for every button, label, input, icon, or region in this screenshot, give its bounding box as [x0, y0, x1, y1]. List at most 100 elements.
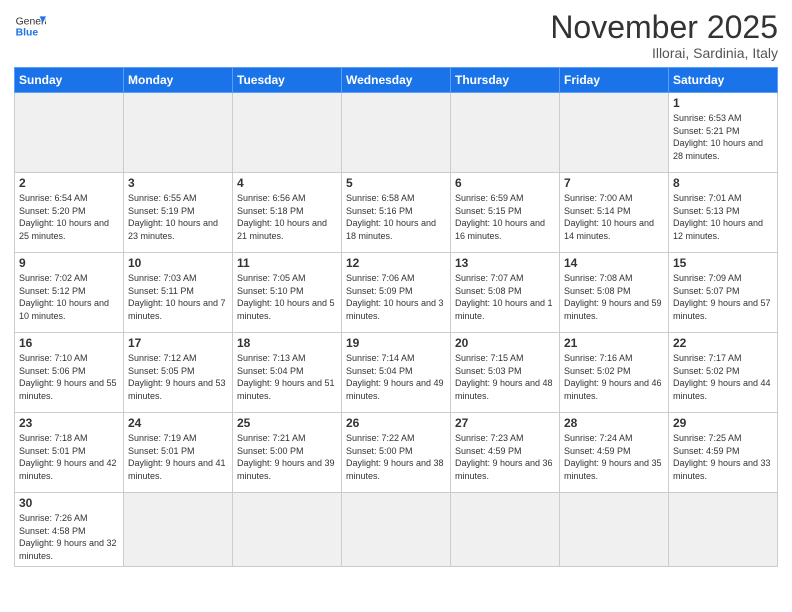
day-info: Sunrise: 6:58 AM Sunset: 5:16 PM Dayligh…: [346, 192, 446, 242]
day-number: 2: [19, 176, 119, 190]
table-row: 4 Sunrise: 6:56 AM Sunset: 5:18 PM Daylig…: [233, 173, 342, 253]
day-number: 25: [237, 416, 337, 430]
day-info: Sunrise: 7:25 AM Sunset: 4:59 PM Dayligh…: [673, 432, 773, 482]
day-info: Sunrise: 7:09 AM Sunset: 5:07 PM Dayligh…: [673, 272, 773, 322]
day-number: 28: [564, 416, 664, 430]
day-info: Sunrise: 7:21 AM Sunset: 5:00 PM Dayligh…: [237, 432, 337, 482]
day-number: 1: [673, 96, 773, 110]
day-number: 16: [19, 336, 119, 350]
header-monday: Monday: [124, 68, 233, 93]
table-row: 25 Sunrise: 7:21 AM Sunset: 5:00 PM Dayli…: [233, 413, 342, 493]
day-number: 23: [19, 416, 119, 430]
day-info: Sunrise: 7:17 AM Sunset: 5:02 PM Dayligh…: [673, 352, 773, 402]
table-row: 5 Sunrise: 6:58 AM Sunset: 5:16 PM Daylig…: [342, 173, 451, 253]
table-row: 26 Sunrise: 7:22 AM Sunset: 5:00 PM Dayli…: [342, 413, 451, 493]
table-row: 17 Sunrise: 7:12 AM Sunset: 5:05 PM Dayli…: [124, 333, 233, 413]
day-info: Sunrise: 7:18 AM Sunset: 5:01 PM Dayligh…: [19, 432, 119, 482]
table-row: [233, 493, 342, 566]
day-info: Sunrise: 7:19 AM Sunset: 5:01 PM Dayligh…: [128, 432, 228, 482]
table-row: 13Sunrise: 7:07 AM Sunset: 5:08 PM Dayli…: [451, 253, 560, 333]
day-number: 17: [128, 336, 228, 350]
day-number: 5: [346, 176, 446, 190]
table-row: 27 Sunrise: 7:23 AM Sunset: 4:59 PM Dayli…: [451, 413, 560, 493]
day-number: 15: [673, 256, 773, 270]
day-info: Sunrise: 6:55 AM Sunset: 5:19 PM Dayligh…: [128, 192, 228, 242]
table-row: 12 Sunrise: 7:06 AM Sunset: 5:09 PM Dayli…: [342, 253, 451, 333]
day-info: Sunrise: 7:12 AM Sunset: 5:05 PM Dayligh…: [128, 352, 228, 402]
header-wednesday: Wednesday: [342, 68, 451, 93]
table-row: 2 Sunrise: 6:54 AM Sunset: 5:20 PM Daylig…: [15, 173, 124, 253]
day-number: 9: [19, 256, 119, 270]
day-info: Sunrise: 7:01 AM Sunset: 5:13 PM Dayligh…: [673, 192, 773, 242]
table-row: 28 Sunrise: 7:24 AM Sunset: 4:59 PM Dayli…: [560, 413, 669, 493]
header-tuesday: Tuesday: [233, 68, 342, 93]
table-row: 24 Sunrise: 7:19 AM Sunset: 5:01 PM Dayli…: [124, 413, 233, 493]
table-row: 6Sunrise: 6:59 AM Sunset: 5:15 PM Daylig…: [451, 173, 560, 253]
day-info: Sunrise: 7:16 AM Sunset: 5:02 PM Dayligh…: [564, 352, 664, 402]
day-number: 22: [673, 336, 773, 350]
table-row: [451, 93, 560, 173]
day-info: Sunrise: 7:06 AM Sunset: 5:09 PM Dayligh…: [346, 272, 446, 322]
table-row: 7 Sunrise: 7:00 AM Sunset: 5:14 PM Daylig…: [560, 173, 669, 253]
day-info: Sunrise: 6:56 AM Sunset: 5:18 PM Dayligh…: [237, 192, 337, 242]
day-number: 30: [19, 496, 119, 510]
day-number: 29: [673, 416, 773, 430]
table-row: [124, 93, 233, 173]
table-row: 18 Sunrise: 7:13 AM Sunset: 5:04 PM Dayli…: [233, 333, 342, 413]
table-row: 30 Sunrise: 7:26 AM Sunset: 4:58 PM Dayli…: [15, 493, 124, 566]
calendar-subtitle: Illorai, Sardinia, Italy: [550, 45, 778, 61]
day-number: 20: [455, 336, 555, 350]
day-number: 8: [673, 176, 773, 190]
day-number: 3: [128, 176, 228, 190]
table-row: 14 Sunrise: 7:08 AM Sunset: 5:08 PM Dayli…: [560, 253, 669, 333]
day-number: 4: [237, 176, 337, 190]
day-info: Sunrise: 7:08 AM Sunset: 5:08 PM Dayligh…: [564, 272, 664, 322]
day-number: 27: [455, 416, 555, 430]
day-number: 21: [564, 336, 664, 350]
day-number: 10: [128, 256, 228, 270]
day-number: 24: [128, 416, 228, 430]
day-number: 11: [237, 256, 337, 270]
table-row: 16 Sunrise: 7:10 AM Sunset: 5:06 PM Dayli…: [15, 333, 124, 413]
table-row: 21 Sunrise: 7:16 AM Sunset: 5:02 PM Dayli…: [560, 333, 669, 413]
day-info: Sunrise: 7:13 AM Sunset: 5:04 PM Dayligh…: [237, 352, 337, 402]
day-info: Sunrise: 7:05 AM Sunset: 5:10 PM Dayligh…: [237, 272, 337, 322]
table-row: [560, 493, 669, 566]
day-info: Sunrise: 7:03 AM Sunset: 5:11 PM Dayligh…: [128, 272, 228, 322]
svg-text:Blue: Blue: [16, 28, 39, 39]
day-info: Sunrise: 7:02 AM Sunset: 5:12 PM Dayligh…: [19, 272, 119, 322]
day-number: 13: [455, 256, 555, 270]
day-info: Sunrise: 7:24 AM Sunset: 4:59 PM Dayligh…: [564, 432, 664, 482]
table-row: 8 Sunrise: 7:01 AM Sunset: 5:13 PM Daylig…: [669, 173, 778, 253]
header-thursday: Thursday: [451, 68, 560, 93]
day-info: Sunrise: 7:15 AM Sunset: 5:03 PM Dayligh…: [455, 352, 555, 402]
day-info: Sunrise: 7:22 AM Sunset: 5:00 PM Dayligh…: [346, 432, 446, 482]
day-info: Sunrise: 7:00 AM Sunset: 5:14 PM Dayligh…: [564, 192, 664, 242]
header-saturday: Saturday: [669, 68, 778, 93]
day-info: Sunrise: 6:54 AM Sunset: 5:20 PM Dayligh…: [19, 192, 119, 242]
table-row: 20 Sunrise: 7:15 AM Sunset: 5:03 PM Dayli…: [451, 333, 560, 413]
day-number: 26: [346, 416, 446, 430]
table-row: [342, 493, 451, 566]
day-info: Sunrise: 6:53 AM Sunset: 5:21 PM Dayligh…: [673, 112, 773, 162]
table-row: [451, 493, 560, 566]
day-info: Sunrise: 7:23 AM Sunset: 4:59 PM Dayligh…: [455, 432, 555, 482]
day-info: Sunrise: 7:26 AM Sunset: 4:58 PM Dayligh…: [19, 512, 119, 562]
day-number: 12: [346, 256, 446, 270]
day-info: Sunrise: 7:10 AM Sunset: 5:06 PM Dayligh…: [19, 352, 119, 402]
day-number: 19: [346, 336, 446, 350]
day-number: 18: [237, 336, 337, 350]
table-row: 11 Sunrise: 7:05 AM Sunset: 5:10 PM Dayli…: [233, 253, 342, 333]
day-number: 14: [564, 256, 664, 270]
calendar-title: November 2025: [550, 10, 778, 45]
table-row: 3 Sunrise: 6:55 AM Sunset: 5:19 PM Daylig…: [124, 173, 233, 253]
logo: General Blue: [14, 10, 46, 42]
table-row: 22 Sunrise: 7:17 AM Sunset: 5:02 PM Dayli…: [669, 333, 778, 413]
header-friday: Friday: [560, 68, 669, 93]
day-number: 6: [455, 176, 555, 190]
table-row: 10 Sunrise: 7:03 AM Sunset: 5:11 PM Dayli…: [124, 253, 233, 333]
table-row: 19Sunrise: 7:14 AM Sunset: 5:04 PM Dayli…: [342, 333, 451, 413]
table-row: 23 Sunrise: 7:18 AM Sunset: 5:01 PM Dayli…: [15, 413, 124, 493]
day-number: 7: [564, 176, 664, 190]
table-row: 15 Sunrise: 7:09 AM Sunset: 5:07 PM Dayli…: [669, 253, 778, 333]
